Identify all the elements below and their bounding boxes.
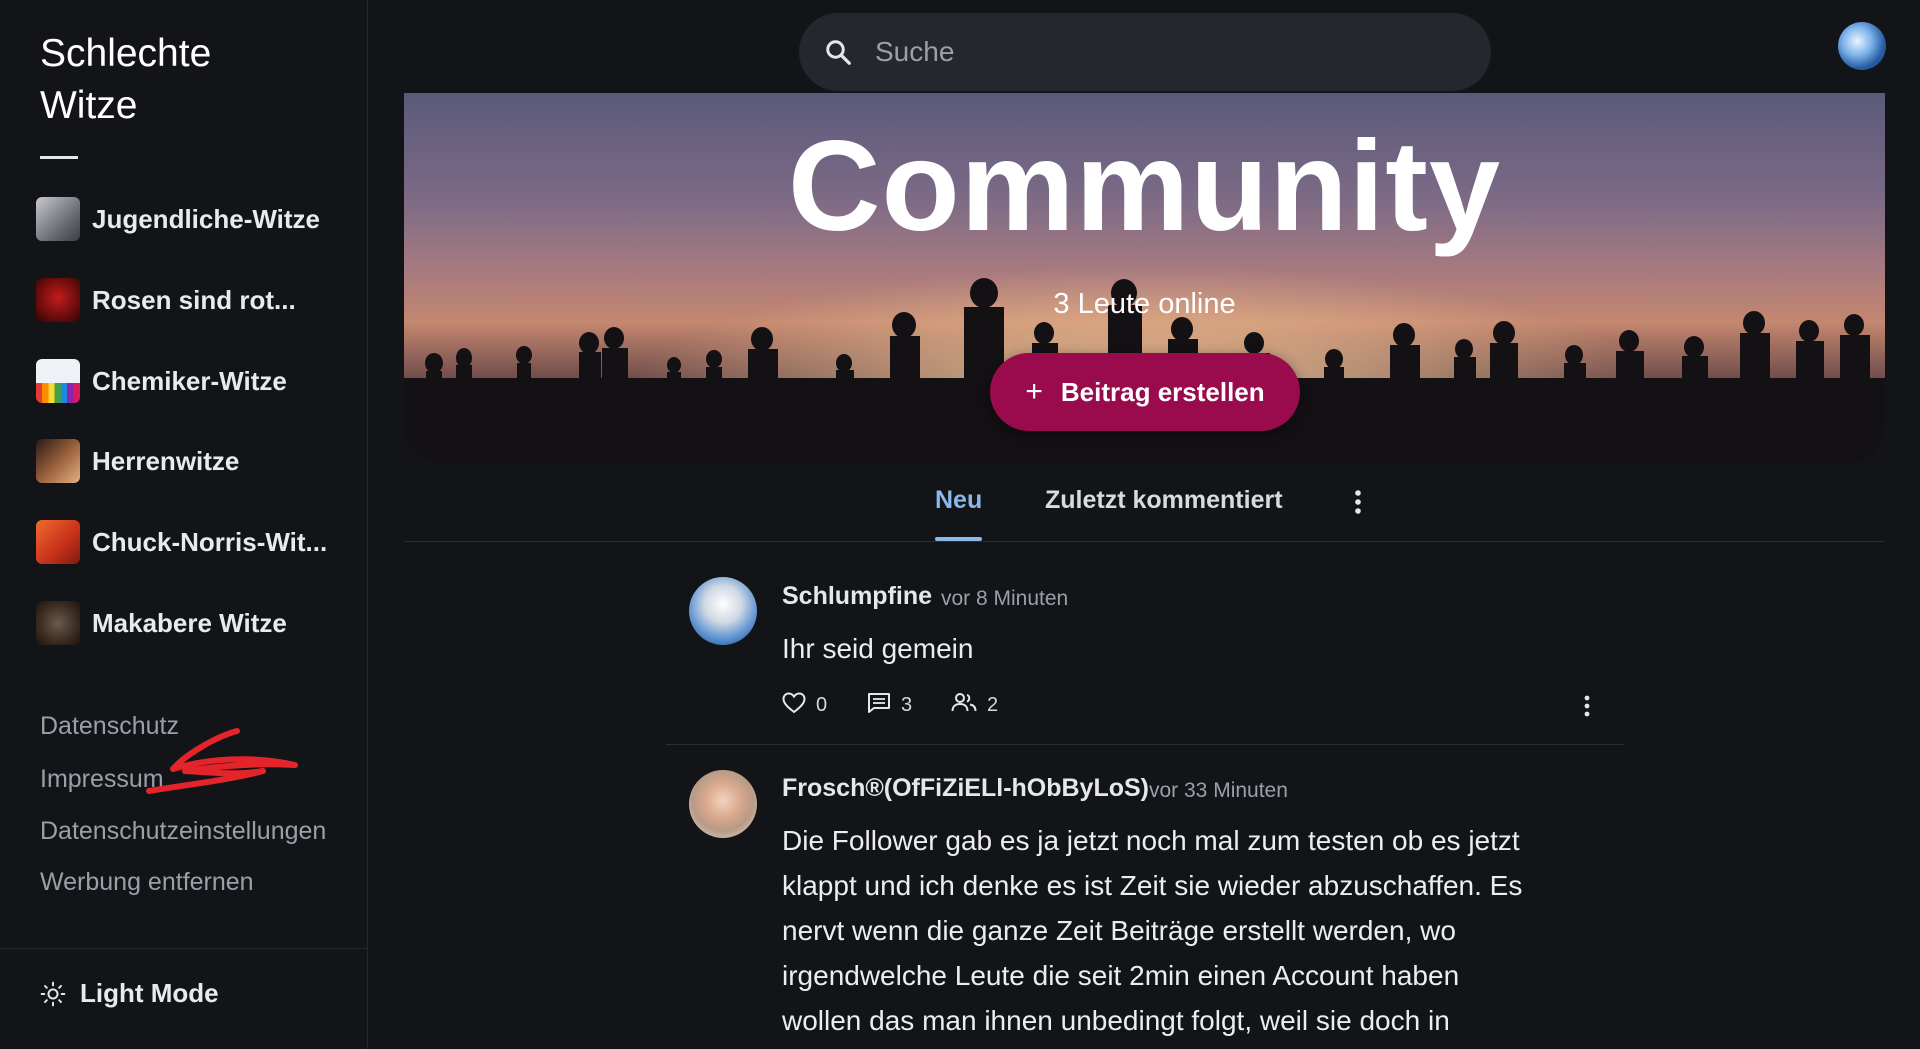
comment-button[interactable]: 3 bbox=[867, 688, 912, 717]
search-input[interactable] bbox=[875, 36, 1435, 68]
followers-count: 2 bbox=[987, 694, 999, 716]
brand-divider bbox=[40, 156, 78, 159]
sidebar-divider bbox=[0, 948, 368, 949]
comment-count: 3 bbox=[901, 694, 913, 716]
plus-icon: + bbox=[1025, 375, 1043, 408]
heart-icon bbox=[782, 691, 806, 713]
tabs-more-button[interactable] bbox=[1348, 488, 1368, 521]
post-author-avatar[interactable] bbox=[689, 577, 757, 645]
user-avatar[interactable] bbox=[1838, 22, 1886, 70]
sidebar-item-label: Chuck-Norris-Wit... bbox=[92, 526, 328, 557]
site-title-line-1: Schlechte bbox=[40, 32, 212, 75]
people-icon bbox=[951, 692, 977, 711]
sidebar-item-chuck-norris-witze[interactable]: Chuck-Norris-Wit... bbox=[36, 519, 356, 565]
post-author-avatar[interactable] bbox=[689, 770, 757, 838]
site-title-line-2: Witze bbox=[40, 84, 138, 127]
post-author-name[interactable]: Frosch®(OfFiZiELl-hObByLoS) bbox=[782, 774, 1149, 803]
site-title[interactable]: Schlechte Witze bbox=[40, 28, 340, 132]
post-text[interactable]: Die Follower gab es ja jetzt noch mal zu… bbox=[782, 818, 1522, 1043]
search-icon bbox=[826, 40, 851, 65]
sidebar-item-makabere-witze[interactable]: Makabere Witze bbox=[36, 600, 356, 646]
more-vertical-icon bbox=[1584, 695, 1590, 717]
post-timestamp: vor 33 Minuten bbox=[1149, 779, 1288, 802]
footer-link-werbung-entfernen[interactable]: Werbung entfernen bbox=[40, 868, 254, 897]
community-thumbnail bbox=[36, 520, 80, 564]
community-thumbnail bbox=[36, 601, 80, 645]
create-post-button[interactable]: + Beitrag erstellen bbox=[990, 353, 1300, 431]
light-mode-label: Light Mode bbox=[80, 978, 219, 1008]
tab-neu[interactable]: Neu bbox=[935, 486, 982, 515]
post-text-line: Die Follower gab es ja jetzt noch mal zu… bbox=[782, 825, 1520, 856]
community-title: Community bbox=[788, 115, 1501, 258]
create-post-label: Beitrag erstellen bbox=[1060, 376, 1265, 407]
post-more-button[interactable] bbox=[1579, 694, 1595, 723]
community-banner: Community 3 Leute online + Beitrag erste… bbox=[404, 93, 1885, 463]
sun-icon bbox=[40, 981, 66, 1006]
post-text-line: irgendwelche Leute die seit 2min einen A… bbox=[782, 960, 1460, 991]
online-count: 3 Leute online bbox=[1053, 288, 1236, 320]
sidebar-item-label: Herrenwitze bbox=[92, 445, 240, 476]
comment-icon bbox=[868, 692, 890, 713]
followers-button[interactable]: 2 bbox=[951, 688, 998, 717]
sidebar-item-label: Makabere Witze bbox=[92, 607, 287, 638]
community-thumbnail bbox=[36, 359, 80, 403]
post-text[interactable]: Ihr seid gemein bbox=[782, 626, 973, 671]
footer-link-datenschutzeinstellungen[interactable]: Datenschutzeinstellungen bbox=[40, 817, 326, 846]
sidebar-item-jugendliche-witze[interactable]: Jugendliche-Witze bbox=[36, 196, 356, 242]
light-mode-toggle[interactable]: Light Mode bbox=[40, 978, 219, 1009]
like-button[interactable]: 0 bbox=[782, 688, 827, 717]
post-text-line: nervt wenn die ganze Zeit Beiträge erste… bbox=[782, 915, 1456, 946]
sidebar-item-label: Jugendliche-Witze bbox=[92, 203, 321, 234]
post-divider bbox=[666, 744, 1624, 745]
sidebar-item-label: Chemiker-Witze bbox=[92, 365, 287, 396]
post-timestamp: vor 8 Minuten bbox=[941, 587, 1069, 610]
sidebar-item-label: Rosen sind rot... bbox=[92, 284, 296, 315]
sidebar-item-herrenwitze[interactable]: Herrenwitze bbox=[36, 438, 356, 484]
sidebar: Schlechte Witze Jugendliche-Witze Rosen … bbox=[0, 0, 368, 1049]
post-author-name[interactable]: Schlumpfine bbox=[782, 582, 932, 611]
more-vertical-icon bbox=[1355, 490, 1361, 514]
red-scribble-annotation bbox=[146, 728, 298, 794]
sidebar-item-rosen-sind-rot[interactable]: Rosen sind rot... bbox=[36, 277, 356, 323]
community-thumbnail bbox=[36, 278, 80, 322]
post-text-line: wollen das man ihnen unbedingt folgt, we… bbox=[782, 1005, 1450, 1036]
sidebar-item-chemiker-witze[interactable]: Chemiker-Witze bbox=[36, 358, 356, 404]
tabs-divider bbox=[404, 541, 1885, 542]
community-thumbnail bbox=[36, 197, 80, 241]
community-thumbnail bbox=[36, 439, 80, 483]
post-text-line: klappt und ich denke es ist Zeit sie wie… bbox=[782, 870, 1523, 901]
tab-zuletzt-kommentiert[interactable]: Zuletzt kommentiert bbox=[1045, 486, 1283, 515]
like-count: 0 bbox=[816, 694, 828, 716]
search-bar[interactable] bbox=[799, 13, 1491, 91]
